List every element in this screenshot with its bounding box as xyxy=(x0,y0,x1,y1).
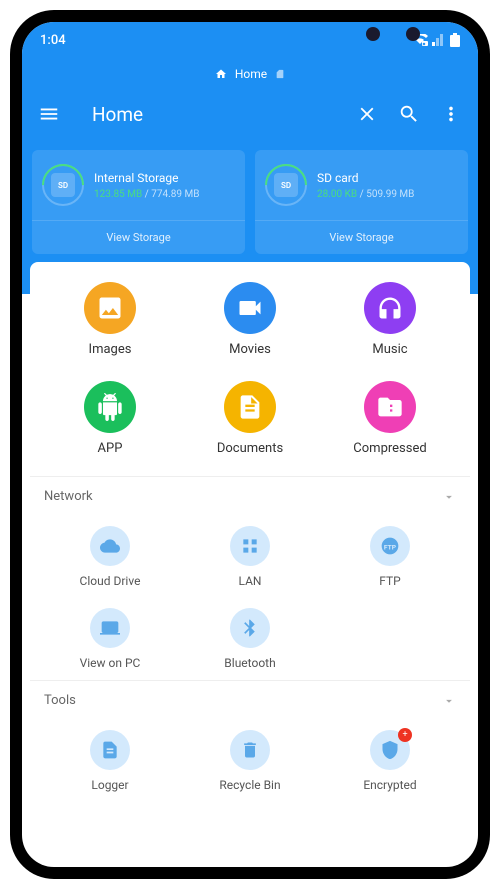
tools-label: Encrypted xyxy=(363,778,416,792)
category-movies[interactable]: Movies xyxy=(180,282,320,357)
network-label: Cloud Drive xyxy=(80,574,141,588)
network-bluetooth[interactable]: Bluetooth xyxy=(180,608,320,670)
home-icon xyxy=(215,68,227,80)
phone-frame: 1:04 Home Home SD Internal Storage 123.8… xyxy=(10,10,490,879)
status-bar: 1:04 xyxy=(22,22,478,58)
compressed-icon xyxy=(376,393,404,421)
category-app[interactable]: APP xyxy=(40,381,180,456)
tools-logger[interactable]: Logger xyxy=(40,730,180,792)
tools-encrypted[interactable]: + Encrypted xyxy=(320,730,460,792)
storage-size: 123.85 MB / 774.89 MB xyxy=(94,189,235,200)
storage-name: Internal Storage xyxy=(94,171,235,185)
android-icon xyxy=(96,393,124,421)
bluetooth-icon xyxy=(240,618,260,638)
network-cloud-drive[interactable]: Cloud Drive xyxy=(40,526,180,588)
menu-icon[interactable] xyxy=(38,103,60,125)
breadcrumb-label: Home xyxy=(235,67,267,81)
sd-icon xyxy=(275,68,285,80)
network-label: FTP xyxy=(379,574,400,588)
view-storage-button[interactable]: View Storage xyxy=(32,220,245,254)
category-label: Documents xyxy=(217,441,283,456)
movies-icon xyxy=(236,294,264,322)
storage-card-sd[interactable]: SD SD card 28.00 KB / 509.99 MB View Sto… xyxy=(255,150,468,254)
documents-icon xyxy=(236,393,264,421)
category-music[interactable]: Music xyxy=(320,282,460,357)
category-documents[interactable]: Documents xyxy=(180,381,320,456)
category-grid: Images Movies Music APP Documents Compre… xyxy=(30,262,470,476)
breadcrumb[interactable]: Home xyxy=(22,58,478,90)
images-icon xyxy=(96,294,124,322)
category-images[interactable]: Images xyxy=(40,282,180,357)
chevron-down-icon xyxy=(442,694,456,708)
music-icon xyxy=(376,294,404,322)
close-icon[interactable] xyxy=(356,103,378,125)
network-label: Bluetooth xyxy=(224,656,275,670)
svg-text:FTP: FTP xyxy=(384,543,397,551)
search-icon[interactable] xyxy=(398,103,420,125)
signal-icon xyxy=(432,34,446,46)
logger-icon xyxy=(100,740,120,760)
category-label: Movies xyxy=(229,342,271,357)
storage-size: 28.00 KB / 509.99 MB xyxy=(317,189,458,200)
storage-cards: SD Internal Storage 123.85 MB / 774.89 M… xyxy=(22,138,478,254)
page-title: Home xyxy=(92,103,336,126)
content-panel: Images Movies Music APP Documents Compre… xyxy=(30,262,470,812)
section-title: Tools xyxy=(44,693,76,708)
category-compressed[interactable]: Compressed xyxy=(320,381,460,456)
network-label: View on PC xyxy=(80,656,141,670)
toolbar: Home xyxy=(22,90,478,138)
sd-chip-icon: SD xyxy=(51,173,75,197)
network-ftp[interactable]: FTP FTP xyxy=(320,526,460,588)
ftp-icon: FTP xyxy=(380,536,400,556)
recycle-icon xyxy=(240,740,260,760)
screen: 1:04 Home Home SD Internal Storage 123.8… xyxy=(22,22,478,867)
category-label: Images xyxy=(89,342,132,357)
category-label: APP xyxy=(98,441,123,456)
network-grid: Cloud Drive LAN FTP FTP View on PC Bluet… xyxy=(30,516,470,680)
tools-grid: Logger Recycle Bin + Encrypted xyxy=(30,720,470,802)
status-icons xyxy=(412,33,460,47)
section-title: Network xyxy=(44,489,93,504)
pc-icon xyxy=(100,618,120,638)
plus-badge: + xyxy=(398,728,412,742)
lan-icon xyxy=(240,536,260,556)
network-lan[interactable]: LAN xyxy=(180,526,320,588)
tools-label: Recycle Bin xyxy=(219,778,280,792)
storage-ring-icon: SD xyxy=(265,164,307,206)
tools-label: Logger xyxy=(91,778,128,792)
network-view-on-pc[interactable]: View on PC xyxy=(40,608,180,670)
shield-icon xyxy=(380,740,400,760)
status-time: 1:04 xyxy=(40,33,66,48)
chevron-down-icon xyxy=(442,490,456,504)
storage-ring-icon: SD xyxy=(42,164,84,206)
sd-chip-icon: SD xyxy=(274,173,298,197)
storage-name: SD card xyxy=(317,171,458,185)
view-storage-button[interactable]: View Storage xyxy=(255,220,468,254)
cloud-icon xyxy=(100,536,120,556)
wifi-icon xyxy=(412,34,428,46)
category-label: Compressed xyxy=(353,441,426,456)
more-icon[interactable] xyxy=(440,103,462,125)
category-label: Music xyxy=(372,342,407,357)
section-network-header[interactable]: Network xyxy=(30,476,470,516)
network-label: LAN xyxy=(239,574,262,588)
tools-recycle-bin[interactable]: Recycle Bin xyxy=(180,730,320,792)
section-tools-header[interactable]: Tools xyxy=(30,680,470,720)
battery-icon xyxy=(450,33,460,47)
storage-card-internal[interactable]: SD Internal Storage 123.85 MB / 774.89 M… xyxy=(32,150,245,254)
